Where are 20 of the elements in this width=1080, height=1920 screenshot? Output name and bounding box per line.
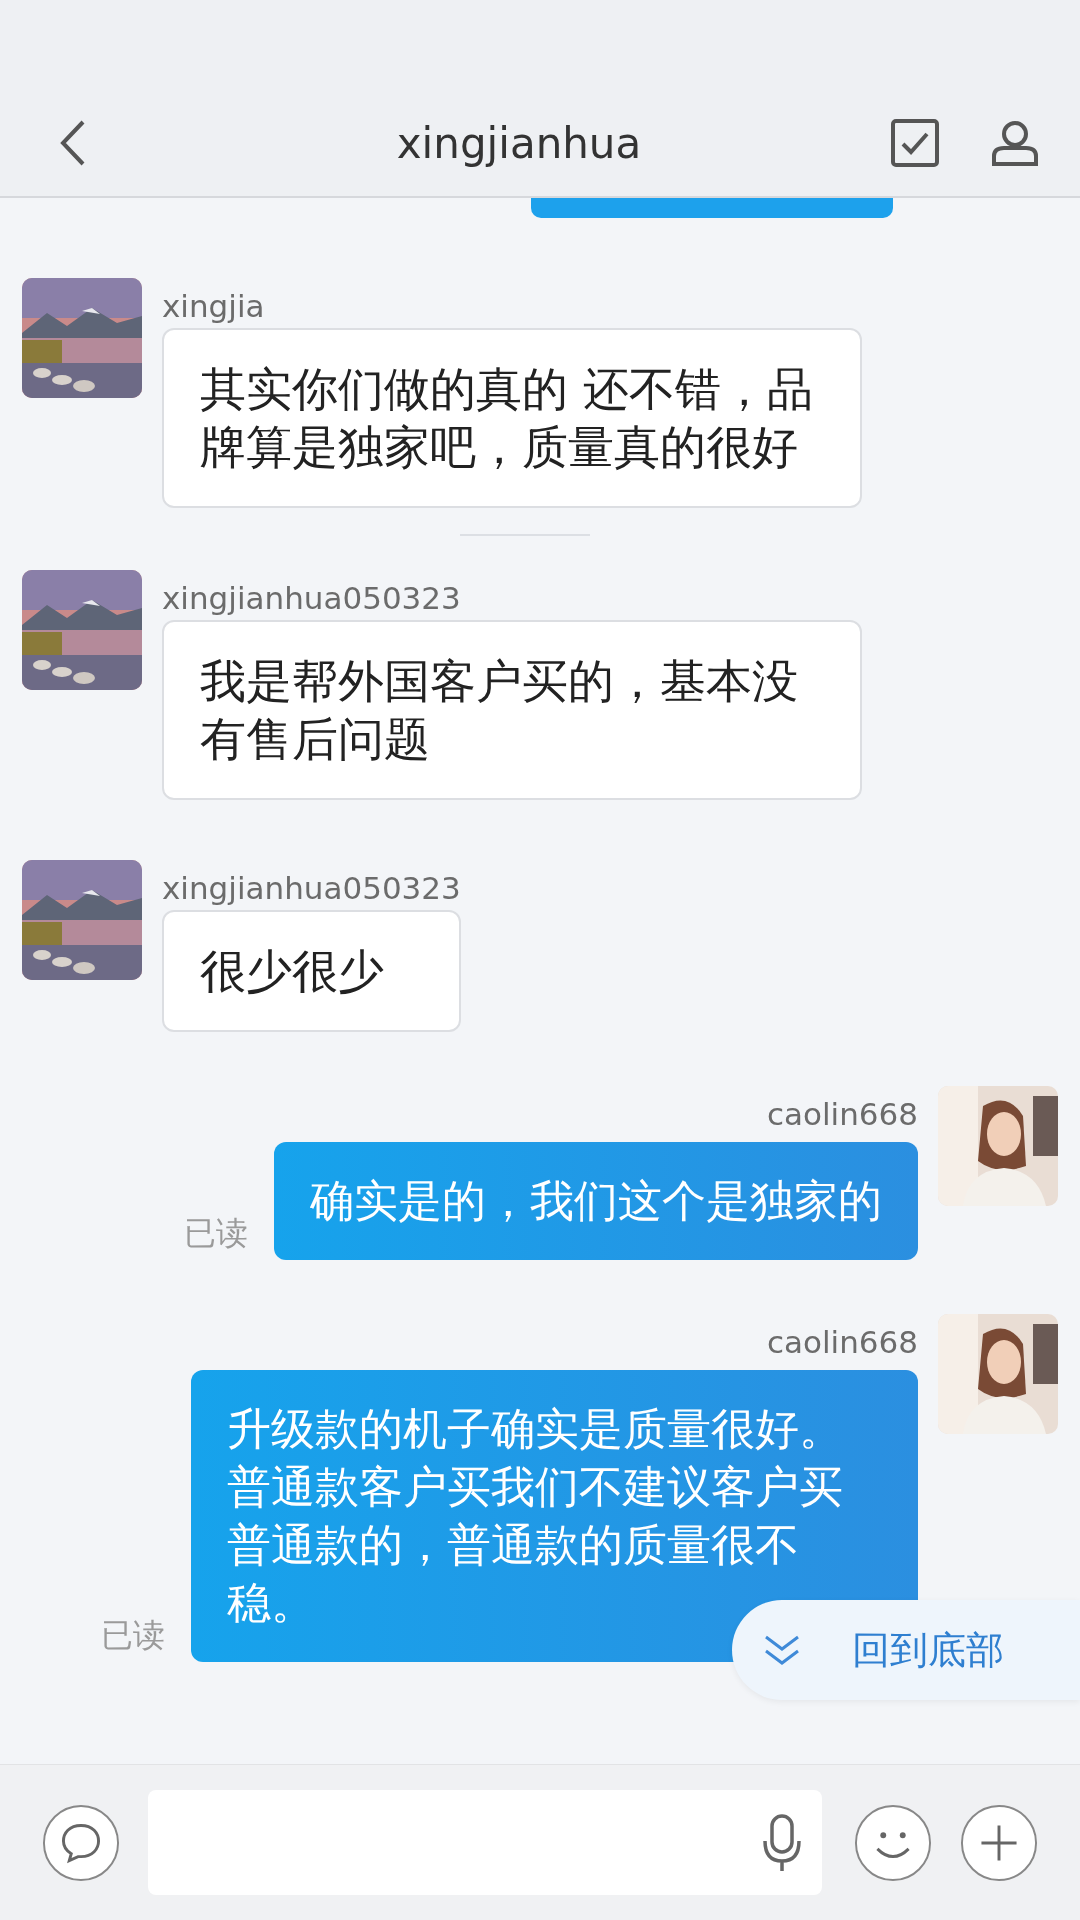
message-bubble: 很少很少 — [162, 910, 461, 1032]
sender-name: xingjia — [162, 288, 266, 324]
profile-icon[interactable] — [990, 118, 1040, 168]
checkbox-icon[interactable] — [890, 118, 940, 168]
microphone-icon[interactable] — [762, 1812, 802, 1873]
read-receipt: 已读 — [184, 1213, 248, 1254]
sender-name: caolin668 — [766, 1324, 918, 1360]
message-bubble: 确实是的，我们这个是独家的 — [274, 1142, 918, 1260]
message-bubble: 我是帮外国客户买的，基本没有售后问题 — [162, 620, 862, 800]
plus-icon[interactable] — [960, 1803, 1038, 1882]
chat-title: xingjianhua — [395, 118, 643, 168]
sender-name: xingjianhua050323 — [162, 580, 462, 616]
emoji-icon[interactable] — [854, 1803, 932, 1882]
message-bubble: 其实你们做的真的 还不错，品牌算是独家吧，质量真的很好 — [162, 328, 862, 508]
sender-name: xingjianhua050323 — [162, 870, 461, 906]
read-receipt: 已读 — [101, 1615, 165, 1656]
jump-to-bottom-button[interactable]: 回到底部 — [732, 1600, 1080, 1700]
chat-bubble-icon[interactable] — [42, 1803, 120, 1882]
sender-name: caolin668 — [766, 1096, 918, 1132]
message-input[interactable] — [148, 1790, 822, 1895]
